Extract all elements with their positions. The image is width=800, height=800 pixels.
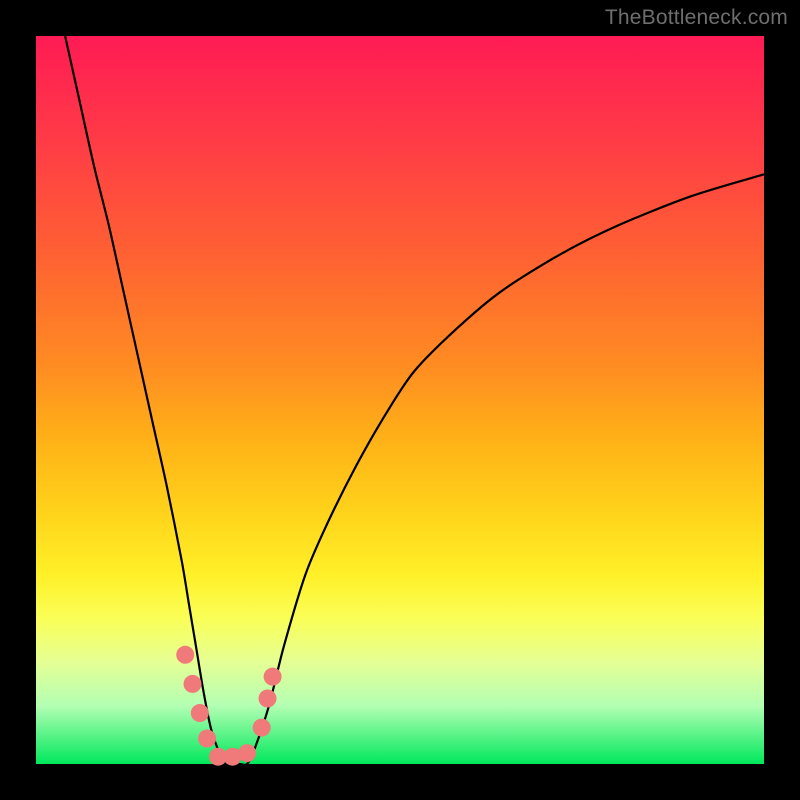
marker-point xyxy=(259,689,277,707)
plot-area xyxy=(36,36,764,764)
marker-point xyxy=(191,704,209,722)
marker-point xyxy=(176,646,194,664)
marker-group xyxy=(176,646,281,766)
marker-point xyxy=(264,668,282,686)
curve-svg xyxy=(36,36,764,764)
watermark-label: TheBottleneck.com xyxy=(605,6,788,30)
bottleneck-curve xyxy=(65,36,764,765)
marker-point xyxy=(198,730,216,748)
marker-point xyxy=(238,744,256,762)
chart-container: TheBottleneck.com xyxy=(0,0,800,800)
marker-point xyxy=(253,719,271,737)
marker-point xyxy=(184,675,202,693)
